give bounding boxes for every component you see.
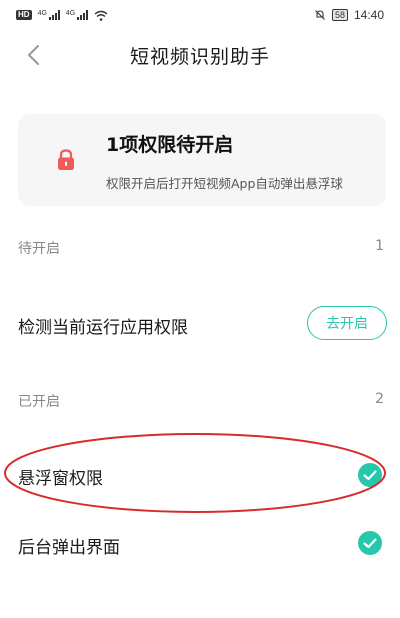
battery-icon: 58 [331,9,348,21]
card-title: 1项权限待开启 [106,134,234,156]
app-header: 短视频识别助手 [0,30,400,80]
network-type-label: 4G [65,10,76,17]
section-label-enabled: 已开启 [18,394,60,410]
lock-icon [58,149,74,170]
status-bar: HD 4G 4G 58 14:40 [0,0,400,30]
clock: 14:40 [353,8,384,22]
section-count-enabled: 2 [375,391,384,407]
permission-row-label: 后台弹出界面 [18,538,120,558]
hd-badge: HD [16,10,32,20]
mute-icon [315,10,325,20]
status-right: 58 14:40 [314,8,384,22]
back-arrow-icon[interactable] [24,44,46,66]
signal-icon: 4G [65,10,89,20]
signal-icon: 4G [38,10,60,20]
card-subtitle: 权限开启后打开短视频App自动弹出悬浮球 [106,176,343,191]
checkmark-icon [358,531,382,555]
page-title: 短视频识别助手 [129,45,270,68]
permission-row-label: 检测当前运行应用权限 [18,318,188,338]
network-type-label: 4G [37,10,47,17]
enable-permission-button[interactable]: 去开启 [307,306,387,340]
permission-row-label: 悬浮窗权限 [18,469,103,489]
wifi-icon [94,10,108,21]
checkmark-icon [358,463,382,487]
section-label-pending: 待开启 [18,241,60,257]
permission-summary-card: 1项权限待开启 权限开启后打开短视频App自动弹出悬浮球 [18,114,386,206]
status-left: HD 4G 4G [16,10,108,21]
section-count-pending: 1 [375,238,384,254]
